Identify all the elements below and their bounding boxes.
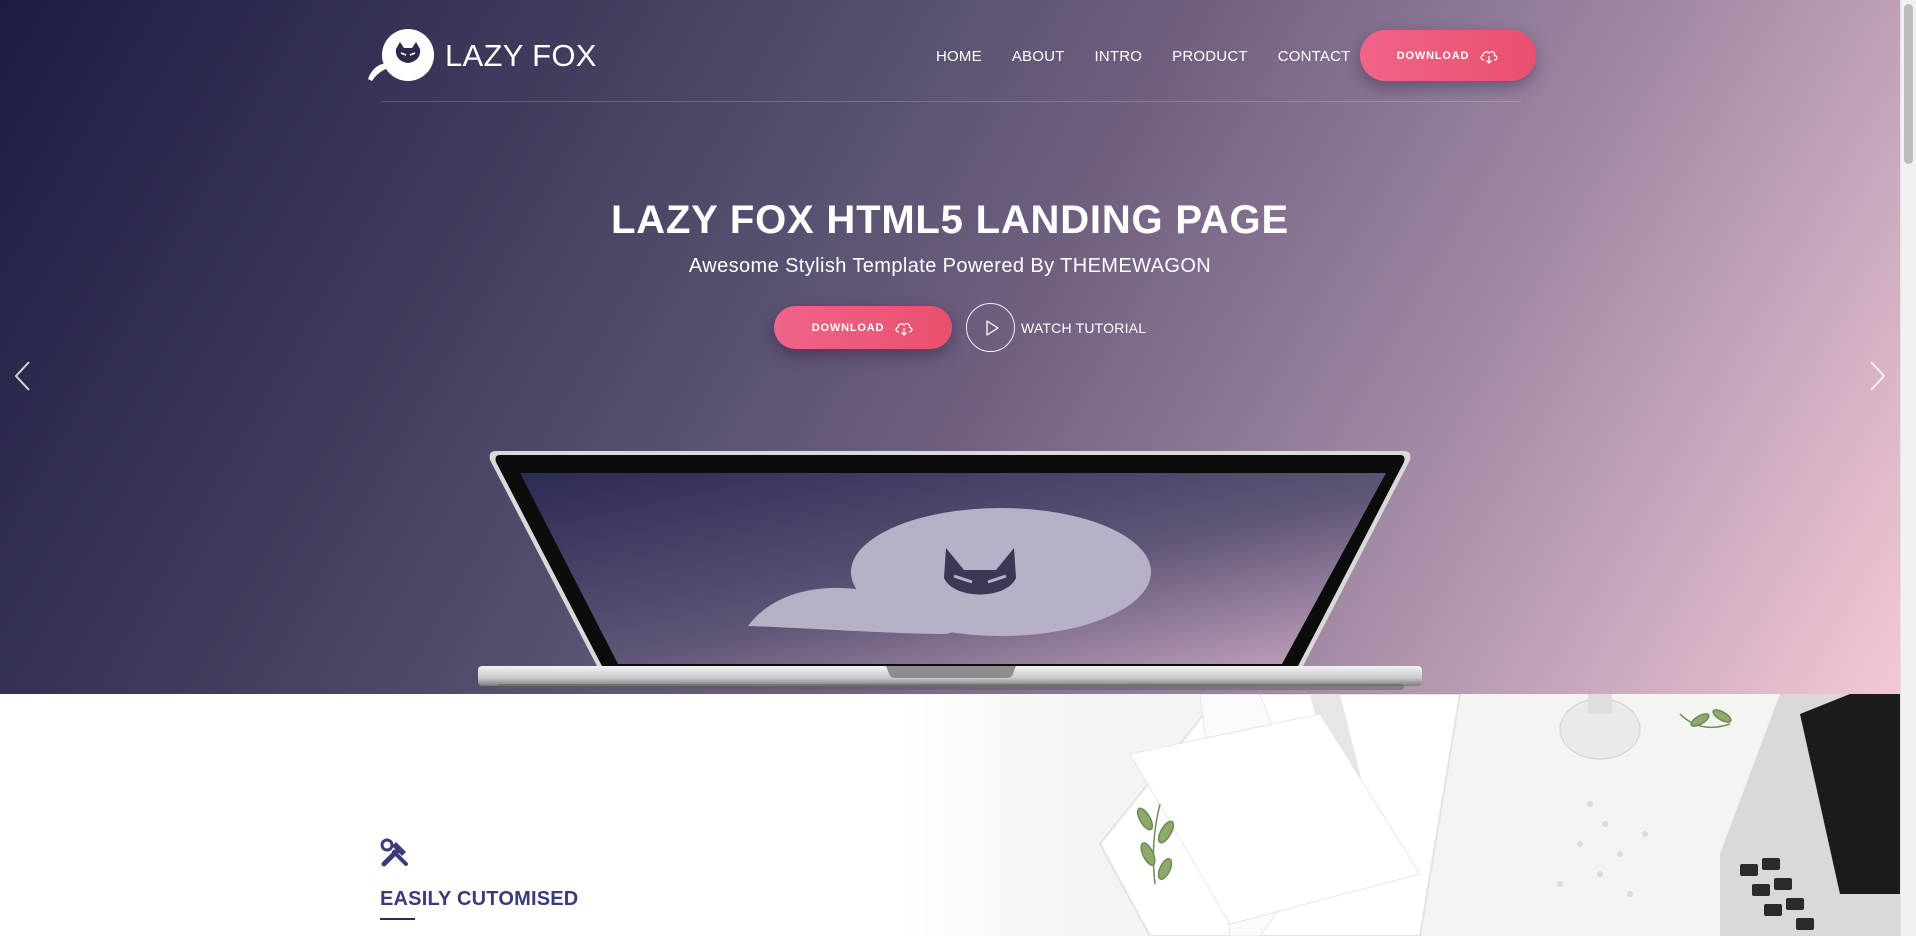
- site-header: LAZY FOX HOME ABOUT INTRO PRODUCT CONTAC…: [366, 28, 1536, 84]
- hero-download-button[interactable]: DOWNLOAD: [774, 306, 952, 349]
- hero-download-label: DOWNLOAD: [811, 321, 885, 334]
- nav-intro[interactable]: INTRO: [1095, 48, 1143, 65]
- nav-product[interactable]: PRODUCT: [1172, 48, 1248, 65]
- watch-tutorial-label: WATCH TUTORIAL: [1021, 319, 1147, 336]
- laptop-illustration: [478, 451, 1422, 690]
- main-nav: HOME ABOUT INTRO PRODUCT CONTACT: [936, 28, 1351, 84]
- nav-about[interactable]: ABOUT: [1012, 48, 1065, 65]
- header-divider: [381, 101, 1521, 102]
- cloud-download-icon: [1480, 50, 1498, 64]
- hero-subtitle: Awesome Stylish Template Powered By THEM…: [688, 255, 1212, 277]
- features-section: EASILY CUTOMISED: [0, 694, 1900, 936]
- chevron-right-icon[interactable]: [1865, 359, 1889, 393]
- nav-contact[interactable]: CONTACT: [1278, 48, 1351, 65]
- play-button[interactable]: [966, 303, 1015, 352]
- play-icon: [985, 319, 999, 336]
- page-scrollbar[interactable]: [1900, 0, 1916, 936]
- feature-title-underline: [380, 918, 415, 920]
- feature-title: EASILY CUTOMISED: [380, 888, 579, 910]
- workspace-photo: [900, 694, 1900, 936]
- brand-name: LAZY FOX: [445, 38, 597, 73]
- brand-logo[interactable]: LAZY FOX: [366, 28, 597, 84]
- nav-home[interactable]: HOME: [936, 48, 982, 65]
- hero-title: LAZY FOX HTML5 LANDING PAGE: [611, 198, 1289, 242]
- fox-logo-icon: [368, 29, 434, 81]
- header-download-label: DOWNLOAD: [1396, 49, 1470, 62]
- watch-tutorial-link[interactable]: WATCH TUTORIAL: [966, 303, 1146, 352]
- header-download-button[interactable]: DOWNLOAD: [1360, 30, 1536, 81]
- tools-icon: [380, 838, 408, 867]
- scrollbar-thumb[interactable]: [1904, 4, 1913, 164]
- chevron-left-icon[interactable]: [11, 359, 35, 393]
- hero-section: LAZY FOX HOME ABOUT INTRO PRODUCT CONTAC…: [0, 0, 1900, 694]
- cloud-download-icon: [895, 322, 913, 336]
